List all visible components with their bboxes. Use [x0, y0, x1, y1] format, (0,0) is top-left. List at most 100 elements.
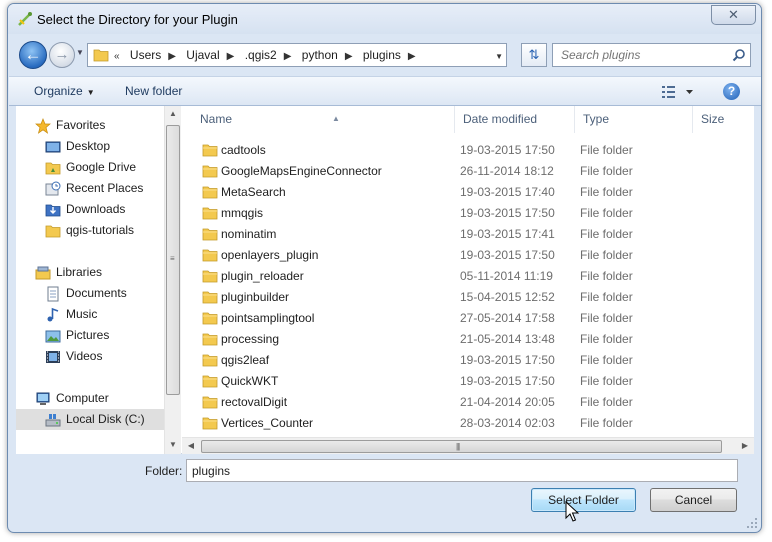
- chevron-right-icon[interactable]: ▶: [168, 51, 176, 62]
- navigation-bar: ← → ▼ « Users ▶ Ujaval ▶ .qgis2 ▶ python ▶ p…: [8, 36, 761, 76]
- nav-favorites[interactable]: Favorites: [16, 115, 164, 136]
- column-size[interactable]: Size: [693, 106, 754, 133]
- history-dropdown-icon[interactable]: ▼: [76, 48, 84, 57]
- file-row[interactable]: mmqgis 19-03-2015 17:50 File folder: [182, 203, 754, 224]
- search-icon[interactable]: [732, 48, 746, 62]
- grip-icon: ≡: [170, 254, 175, 263]
- organize-button[interactable]: Organize ▼: [34, 84, 95, 98]
- search-box[interactable]: [552, 43, 751, 67]
- nav-libraries[interactable]: Libraries: [16, 262, 164, 283]
- scroll-down-icon[interactable]: ▼: [165, 437, 181, 453]
- file-name: nominatim: [221, 227, 277, 241]
- new-folder-button[interactable]: New folder: [125, 84, 182, 98]
- file-name: cadtools: [221, 143, 266, 157]
- horizontal-scrollbar[interactable]: ◀ ||| ▶: [182, 437, 754, 454]
- file-date-modified: 21-04-2014 20:05: [460, 395, 555, 409]
- nav-item-recent-places[interactable]: Recent Places: [16, 178, 164, 199]
- select-folder-button[interactable]: Select Folder: [531, 488, 636, 512]
- file-row[interactable]: QuickWKT 19-03-2015 17:50 File folder: [182, 371, 754, 392]
- file-row[interactable]: pluginbuilder 15-04-2015 12:52 File folder: [182, 287, 754, 308]
- file-row[interactable]: pointsamplingtool 27-05-2014 17:58 File fo…: [182, 308, 754, 329]
- nav-item-desktop[interactable]: Desktop: [16, 136, 164, 157]
- scrollbar-thumb[interactable]: |||: [201, 440, 722, 453]
- grip-icon: |||: [456, 442, 460, 451]
- documents-icon: [47, 286, 59, 302]
- nav-item-label: Desktop: [66, 139, 111, 153]
- file-row[interactable]: GoogleMapsEngineConnector 26-11-2014 18:1…: [182, 161, 754, 182]
- music-icon: [47, 307, 59, 322]
- nav-item-downloads[interactable]: Downloads: [16, 199, 164, 220]
- file-date-modified: 26-11-2014 18:12: [460, 164, 554, 178]
- breadcrumb-users[interactable]: Users: [130, 48, 161, 62]
- column-date-modified[interactable]: Date modified: [455, 106, 575, 133]
- folder-icon: [202, 291, 218, 304]
- column-header: Name ▲ Date modified Type Size: [182, 106, 754, 133]
- folder-icon: [202, 249, 218, 262]
- breadcrumb-overflow[interactable]: «: [114, 51, 120, 62]
- qgis-app-icon: [18, 12, 32, 26]
- file-row[interactable]: processing 21-05-2014 13:48 File folder: [182, 329, 754, 350]
- nav-item-local-disk[interactable]: Local Disk (C:): [16, 409, 164, 430]
- scroll-up-icon[interactable]: ▲: [165, 106, 181, 122]
- file-row[interactable]: Vertices_Counter 28-03-2014 02:03 File fol…: [182, 413, 754, 434]
- breadcrumb-ujaval[interactable]: Ujaval: [186, 48, 219, 62]
- scrollbar-thumb[interactable]: ≡: [166, 125, 180, 395]
- help-button[interactable]: ?: [723, 83, 740, 100]
- file-type: File folder: [580, 185, 633, 199]
- nav-item-videos[interactable]: Videos: [16, 346, 164, 367]
- search-input[interactable]: [553, 44, 723, 66]
- file-row[interactable]: openlayers_plugin 19-03-2015 17:50 File fo…: [182, 245, 754, 266]
- file-row[interactable]: rectovalDigit 21-04-2014 20:05 File folder: [182, 392, 754, 413]
- nav-item-music[interactable]: Music: [16, 304, 164, 325]
- nav-item-qgis-tutorials[interactable]: qgis-tutorials: [16, 220, 164, 241]
- resize-grip-icon[interactable]: [746, 517, 758, 529]
- cancel-button[interactable]: Cancel: [650, 488, 737, 512]
- file-type: File folder: [580, 374, 633, 388]
- file-row[interactable]: nominatim 19-03-2015 17:41 File folder: [182, 224, 754, 245]
- chevron-right-icon[interactable]: ▶: [345, 51, 353, 62]
- nav-computer[interactable]: Computer: [16, 388, 164, 409]
- file-row[interactable]: qgis2leaf 19-03-2015 17:50 File folder: [182, 350, 754, 371]
- navigation-scrollbar[interactable]: ▲ ≡ ▼: [164, 106, 181, 454]
- close-button[interactable]: ✕: [711, 5, 756, 25]
- folder-icon: [202, 186, 218, 199]
- refresh-button[interactable]: ⇅: [521, 43, 547, 67]
- forward-button[interactable]: →: [49, 42, 75, 68]
- file-name: openlayers_plugin: [221, 248, 319, 262]
- chevron-right-icon[interactable]: ▶: [284, 51, 292, 62]
- file-date-modified: 05-11-2014 11:19: [460, 269, 553, 283]
- column-type[interactable]: Type: [575, 106, 693, 133]
- folder-name-input[interactable]: [186, 459, 738, 482]
- organize-label: Organize: [34, 84, 83, 98]
- breadcrumb-python[interactable]: python: [302, 48, 338, 62]
- file-type: File folder: [580, 353, 633, 367]
- nav-item-google-drive[interactable]: Google Drive: [16, 157, 164, 178]
- breadcrumb-plugins[interactable]: plugins: [363, 48, 401, 62]
- address-bar[interactable]: « Users ▶ Ujaval ▶ .qgis2 ▶ python ▶ plugins…: [87, 43, 507, 67]
- address-dropdown-icon[interactable]: ▼: [495, 52, 503, 61]
- column-name[interactable]: Name ▲: [192, 106, 455, 133]
- file-row[interactable]: cadtools 19-03-2015 17:50 File folder: [182, 140, 754, 161]
- breadcrumb-qgis2[interactable]: .qgis2: [245, 48, 277, 62]
- nav-item-label: qgis-tutorials: [66, 223, 135, 237]
- file-date-modified: 19-03-2015 17:41: [460, 227, 555, 241]
- back-button[interactable]: ←: [19, 41, 47, 69]
- desktop-icon: [45, 141, 61, 153]
- command-toolbar: Organize ▼ New folder ?: [9, 76, 761, 106]
- scroll-right-icon[interactable]: ▶: [737, 438, 753, 454]
- change-view-icon[interactable]: [661, 84, 695, 100]
- folder-icon: [202, 333, 218, 346]
- window-title: Select the Directory for your Plugin: [37, 12, 238, 27]
- file-row[interactable]: MetaSearch 19-03-2015 17:40 File folder: [182, 182, 754, 203]
- nav-item-documents[interactable]: Documents: [16, 283, 164, 304]
- file-row[interactable]: plugin_reloader 05-11-2014 11:19 File fold…: [182, 266, 754, 287]
- recent-places-icon: [45, 181, 61, 196]
- file-date-modified: 19-03-2015 17:50: [460, 248, 555, 262]
- nav-item-label: Recent Places: [66, 181, 144, 195]
- nav-item-pictures[interactable]: Pictures: [16, 325, 164, 346]
- nav-item-label: Music: [66, 307, 98, 321]
- chevron-right-icon[interactable]: ▶: [227, 51, 235, 62]
- file-type: File folder: [580, 290, 633, 304]
- chevron-right-icon[interactable]: ▶: [408, 51, 416, 62]
- scroll-left-icon[interactable]: ◀: [183, 438, 199, 454]
